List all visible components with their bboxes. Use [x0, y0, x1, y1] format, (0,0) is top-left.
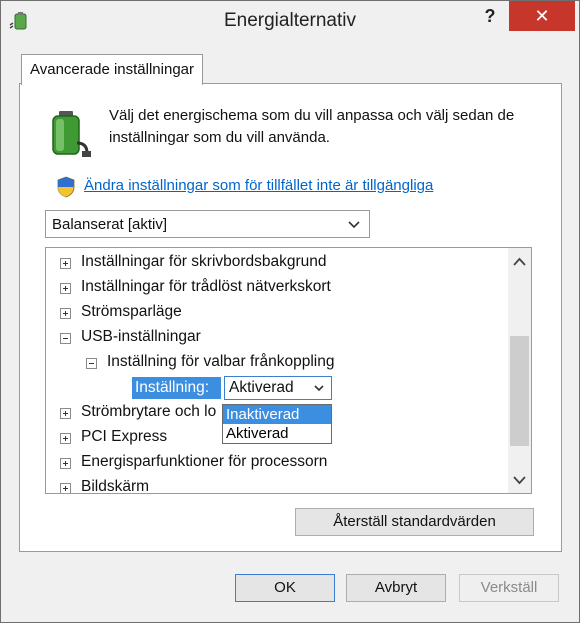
- collapse-icon[interactable]: [60, 333, 71, 344]
- setting-options-list: Inaktiverad Aktiverad: [222, 404, 332, 444]
- ok-button[interactable]: OK: [235, 574, 335, 602]
- power-options-dialog: Energialternativ ? ✕ Avancerade inställn…: [0, 0, 580, 623]
- battery-plug-icon: [52, 111, 91, 157]
- setting-value-select[interactable]: Aktiverad: [224, 376, 332, 400]
- chevron-down-icon: [314, 385, 324, 392]
- help-button[interactable]: ?: [471, 1, 509, 31]
- expand-icon[interactable]: [60, 283, 71, 294]
- close-button[interactable]: ✕: [509, 1, 575, 31]
- apply-button[interactable]: Verkställ: [459, 574, 559, 602]
- option-aktiverad[interactable]: Aktiverad: [223, 424, 331, 443]
- expand-icon[interactable]: [60, 258, 71, 269]
- scroll-thumb[interactable]: [510, 336, 529, 446]
- expand-icon[interactable]: [60, 308, 71, 319]
- change-unavailable-settings-link[interactable]: Ändra inställningar som för tillfället i…: [84, 177, 433, 194]
- expand-icon[interactable]: [60, 408, 71, 419]
- setting-label: Inställning:: [132, 377, 221, 399]
- tree-scrollbar[interactable]: [508, 248, 531, 493]
- chevron-down-icon: [348, 221, 360, 229]
- cancel-button[interactable]: Avbryt: [346, 574, 446, 602]
- scroll-down-icon[interactable]: [508, 470, 531, 490]
- power-plan-select[interactable]: Balanserat [aktiv]: [45, 210, 370, 238]
- title-bar[interactable]: Energialternativ ? ✕: [1, 1, 579, 41]
- settings-tree[interactable]: Inställningar för skrivbordsbakgrund Ins…: [45, 247, 532, 494]
- collapse-icon[interactable]: [86, 358, 97, 369]
- intro-text: Välj det energischema som du vill anpass…: [109, 107, 515, 146]
- expand-icon[interactable]: [60, 433, 71, 444]
- option-inaktiverad[interactable]: Inaktiverad: [223, 405, 331, 424]
- expand-icon[interactable]: [60, 483, 71, 493]
- restore-defaults-button[interactable]: Återställ standardvärden: [295, 508, 534, 536]
- tab-advanced-settings[interactable]: Avancerade inställningar: [21, 54, 203, 85]
- setting-value: Aktiverad: [229, 379, 294, 396]
- expand-icon[interactable]: [60, 458, 71, 469]
- uac-shield-icon: [57, 176, 75, 198]
- scroll-up-icon[interactable]: [508, 252, 531, 272]
- power-plan-value: Balanserat [aktiv]: [52, 216, 168, 233]
